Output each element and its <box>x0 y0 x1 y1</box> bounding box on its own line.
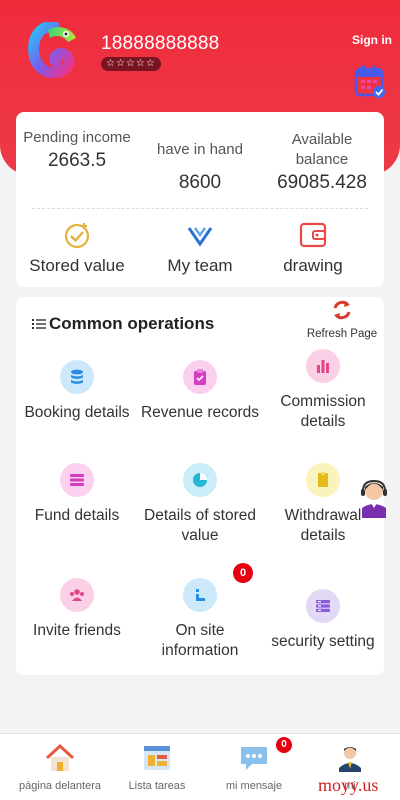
user-level-stars: ☆☆☆☆☆ <box>101 57 161 71</box>
stat-value: 8600 <box>178 172 222 193</box>
op-security-setting[interactable]: security setting <box>262 589 384 652</box>
quick-label: My team <box>167 256 233 275</box>
calendar-sign-in-icon[interactable] <box>354 64 386 98</box>
stat-value: 69085.428 <box>277 172 367 193</box>
stat-available-balance: Available balance 69085.428 <box>262 130 382 194</box>
stat-label: have in hand <box>157 141 243 158</box>
quick-label: Stored value <box>29 256 125 275</box>
section-title: Common operations <box>32 314 214 334</box>
stat-pending-income: Pending income 2663.5 <box>17 128 137 172</box>
op-label: Fund details <box>34 507 120 524</box>
chameleon-logo-icon <box>28 22 76 78</box>
op-commission-details[interactable]: Commission details <box>262 349 384 432</box>
sign-in-label[interactable]: Sign in <box>352 32 392 48</box>
message-badge: 0 <box>276 737 292 753</box>
coins-icon <box>60 360 94 394</box>
op-label: security setting <box>271 633 375 650</box>
tab-label: mi mensaje <box>225 780 283 792</box>
customer-service-icon[interactable] <box>358 478 390 518</box>
op-label: Invite friends <box>33 622 121 639</box>
op-fund-details[interactable]: Fund details <box>16 463 138 526</box>
team-logo-icon <box>187 227 213 247</box>
tab-task-list[interactable]: Lista tareas <box>107 742 207 792</box>
clipboard-icon <box>183 360 217 394</box>
quick-my-team[interactable]: My team <box>140 220 260 276</box>
refresh-label: Refresh Page <box>306 328 378 340</box>
section-title-text: Common operations <box>49 314 215 333</box>
task-list-icon <box>144 746 170 770</box>
wallet-icon <box>299 222 327 248</box>
common-operations-card: Common operations Refresh Page Booking d… <box>16 297 384 675</box>
watermark: moyy.us <box>318 775 379 795</box>
user-icon <box>339 747 361 772</box>
op-label: On site information <box>161 622 239 659</box>
op-label: Revenue records <box>140 404 260 421</box>
server-icon <box>306 589 340 623</box>
document-icon <box>306 463 340 497</box>
people-icon <box>60 578 94 612</box>
list-icon <box>60 463 94 497</box>
op-revenue-records[interactable]: Revenue records <box>139 360 261 423</box>
bar-chart-icon <box>306 349 340 383</box>
notification-badge: 0 <box>233 563 253 583</box>
quick-drawing[interactable]: drawing <box>253 220 373 276</box>
op-on-site-information[interactable]: On site information <box>139 578 261 661</box>
message-icon <box>241 747 267 770</box>
op-invite-friends[interactable]: Invite friends <box>16 578 138 641</box>
tab-label: página delantera <box>19 780 101 792</box>
pie-chart-icon <box>183 463 217 497</box>
account-summary-card: Pending income 2663.5 have in hand 8600 … <box>16 112 384 287</box>
op-booking-details[interactable]: Booking details <box>16 360 138 423</box>
refresh-icon <box>333 300 351 320</box>
refresh-page-button[interactable]: Refresh Page <box>302 299 382 340</box>
divider <box>32 208 368 209</box>
op-label: Commission details <box>280 393 366 430</box>
user-phone: 18888888888 <box>101 33 220 54</box>
op-label: Details of stored value <box>144 507 256 544</box>
op-details-of-stored-value[interactable]: Details of stored value <box>139 463 261 546</box>
home-icon <box>45 743 75 771</box>
tab-label: Lista tareas <box>128 780 186 792</box>
quick-label: drawing <box>283 256 343 275</box>
info-icon <box>183 578 217 612</box>
quick-stored-value[interactable]: Stored value <box>17 220 137 276</box>
tab-home[interactable]: página delantera <box>10 742 110 792</box>
stat-value: 2663.5 <box>47 150 107 171</box>
stat-label: Pending income <box>23 129 131 146</box>
stat-label: Available balance <box>291 131 353 168</box>
op-label: Booking details <box>24 404 130 421</box>
stat-have-in-hand: have in hand 8600 <box>140 140 260 194</box>
list-lines-icon <box>32 319 46 329</box>
check-badge-icon <box>64 223 90 249</box>
